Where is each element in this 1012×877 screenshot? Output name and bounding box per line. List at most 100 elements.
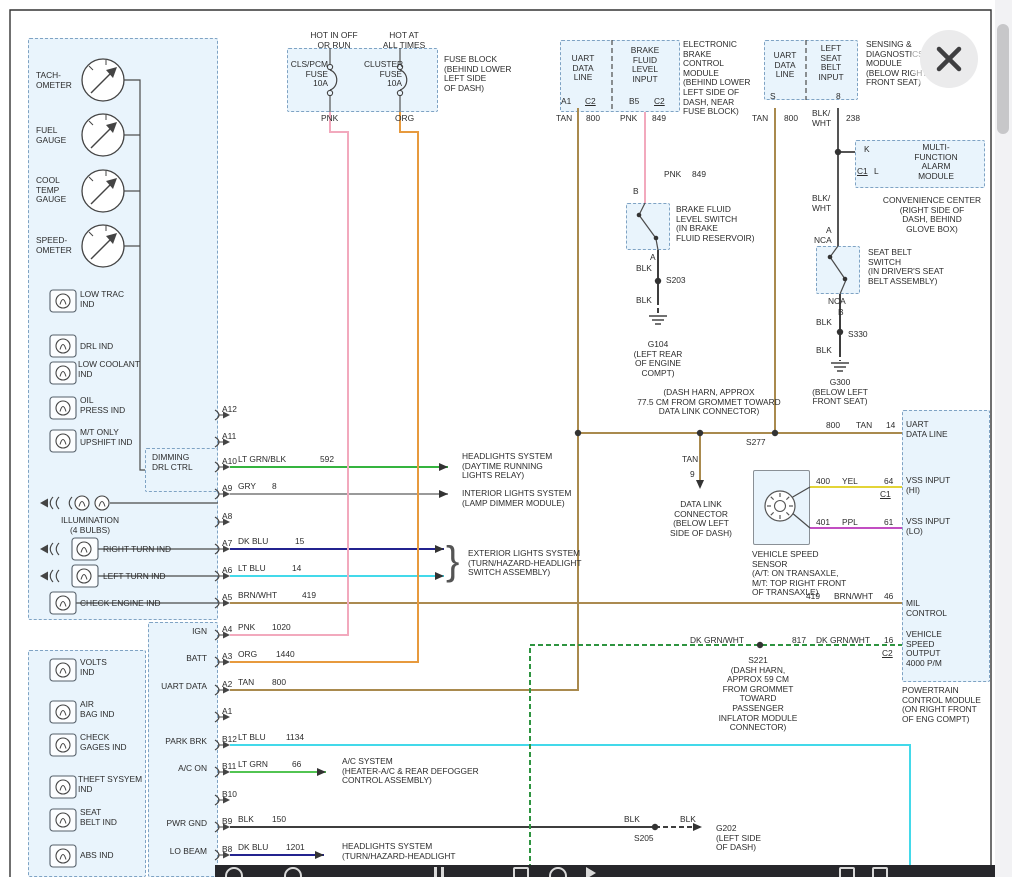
diagram-label: A7 [222, 539, 232, 549]
diagram-label: THEFT SYSYEM IND [78, 775, 142, 794]
info-icon[interactable] [284, 867, 302, 877]
close-button[interactable] [920, 30, 978, 88]
diagram-label: 14 [292, 564, 301, 574]
diagram-label: AIR BAG IND [80, 700, 114, 719]
diagram-label: LT BLU [238, 733, 266, 743]
diagram-label: C2 [654, 97, 665, 107]
annotation-icon-2[interactable] [441, 867, 444, 877]
diagram-label: PNK [321, 114, 338, 124]
diagram-label: A8 [222, 512, 232, 522]
diagram-label: VSS INPUT (HI) [906, 476, 950, 495]
diagram-label: 1134 [286, 733, 304, 743]
diagram-label: BLK [624, 815, 640, 825]
diagram-label: DK GRN/WHT [816, 636, 870, 646]
diagram-label: 817 [792, 636, 806, 646]
diagram-label: 1020 [272, 623, 291, 633]
diagram-label: UART DATA [152, 682, 207, 692]
diagram-label: 800 [272, 678, 286, 688]
diagram-label: 1201 [286, 843, 305, 853]
diagram-label: 66 [292, 760, 301, 770]
bottom-toolbar [215, 865, 995, 877]
diagram-label: BLK [238, 815, 254, 825]
diagram-label: } [446, 538, 459, 584]
diagram-label: CLUSTER FUSE 10A [364, 60, 402, 89]
diagram-label: GRY [238, 482, 256, 492]
diagram-label: C2 [585, 97, 596, 107]
diagram-label: CONVENIENCE CENTER (RIGHT SIDE OF DASH, … [876, 196, 988, 234]
record-icon[interactable] [549, 867, 567, 877]
grid-icon[interactable] [513, 867, 529, 877]
diagram-label: 46 [884, 592, 893, 602]
diagram-label: A1 [222, 707, 232, 717]
diagram-label: A6 [222, 566, 232, 576]
diagram-label: LT BLU [238, 564, 266, 574]
diagram-label: VEHICLE SPEED SENSOR (A/T: ON TRANSAXLE,… [752, 550, 846, 598]
diagram-label: SPEED- OMETER [36, 236, 72, 255]
diagram-label: CLS/PCM FUSE 10A [290, 60, 328, 89]
diagram-label: 8 [272, 482, 277, 492]
diagram-label: YEL [842, 477, 858, 487]
diagram-label: B [838, 308, 844, 318]
diagram-label: ILLUMINATION (4 BULBS) [52, 516, 128, 535]
close-icon [920, 30, 978, 88]
diagram-label: 849 [692, 170, 706, 180]
diagram-label: VEHICLE SPEED OUTPUT 4000 P/M [906, 630, 942, 668]
diagram-label: DIMMING DRL CTRL [152, 453, 193, 472]
diagram-label: HEADLIGHTS SYSTEM (DAYTIME RUNNING LIGHT… [462, 452, 552, 481]
diagram-label: (DASH HARN, APPROX 77.5 CM FROM GROMMET … [628, 388, 790, 417]
diagram-label: A12 [222, 405, 237, 415]
diagram-label: LOW COOLANT IND [78, 360, 140, 379]
diagram-label: BLK/ WHT [812, 109, 831, 128]
diagram-label: LOW TRAC IND [80, 290, 124, 309]
diagram-label: B [633, 187, 639, 197]
diagram-label: CHECK ENGINE IND [80, 599, 161, 609]
diagram-label: A4 [222, 625, 232, 635]
diagram-label: HOT AT ALL TIMES [374, 31, 434, 50]
diagram-label: 419 [806, 592, 820, 602]
scrollbar-thumb[interactable] [997, 24, 1009, 134]
diagram-label: B9 [222, 817, 232, 827]
diagram-label: ORG [238, 650, 257, 660]
diagram-label: SEAT BELT SWITCH (IN DRIVER'S SEAT BELT … [868, 248, 944, 286]
diagram-label: S330 [848, 330, 868, 340]
diagram-label: 150 [272, 815, 286, 825]
diagram-label: CHECK GAGES IND [80, 733, 127, 752]
diagram-label: RIGHT TURN IND [103, 545, 171, 555]
diagram-label: 8 [836, 92, 841, 102]
diagram-label: ORG [395, 114, 414, 124]
diagram-label: 1440 [276, 650, 295, 660]
diagram-label: BLK [636, 296, 652, 306]
diagram-label: VSS INPUT (LO) [906, 517, 950, 536]
diagram-label: TAN [556, 114, 572, 124]
diagram-label: BRN/WHT [238, 591, 277, 601]
scrollbar[interactable] [995, 0, 1012, 877]
diagram-label: PWR GND [152, 819, 207, 829]
diagram-label: FUSE BLOCK (BEHIND LOWER LEFT SIDE OF DA… [444, 55, 511, 93]
diagram-label: HOT IN OFF OR RUN [304, 31, 364, 50]
diagram-label: EXTERIOR LIGHTS SYSTEM (TURN/HAZARD-HEAD… [468, 549, 582, 578]
diagram-label: S203 [666, 276, 686, 286]
diagram-label: LT GRN/BLK [238, 455, 286, 465]
diagram-label: PNK [664, 170, 681, 180]
diagram-label: NCA [814, 236, 832, 246]
annotation-icon[interactable] [434, 867, 437, 877]
wiring-diagram-page: TACH- OMETERFUEL GAUGECOOL TEMP GAUGESPE… [0, 0, 1012, 877]
diagram-label: MIL CONTROL [906, 599, 947, 618]
window-icon[interactable] [839, 867, 855, 877]
refresh-icon[interactable] [225, 867, 243, 877]
diagram-label: 15 [295, 537, 304, 547]
diagram-label: PNK [238, 623, 255, 633]
window-icon-2[interactable] [872, 867, 888, 877]
play-icon[interactable] [586, 867, 596, 877]
diagram-label: UART DATA LINE [906, 420, 948, 439]
diagram-label: INTERIOR LIGHTS SYSTEM (LAMP DIMMER MODU… [462, 489, 571, 508]
diagram-label: C2 [882, 649, 893, 659]
diagram-label: B12 [222, 735, 237, 745]
diagram-label: G104 (LEFT REAR OF ENGINE COMPT) [627, 340, 689, 378]
diagram-label: TAN [682, 455, 698, 465]
diagram-label: DK GRN/WHT [690, 636, 744, 646]
diagram-label: BLK/ WHT [812, 194, 831, 213]
diagram-label: DATA LINK CONNECTOR (BELOW LEFT SIDE OF … [668, 500, 734, 538]
diagram-label: G300 (BELOW LEFT FRONT SEAT) [806, 378, 874, 407]
diagram-label: 238 [846, 114, 860, 124]
